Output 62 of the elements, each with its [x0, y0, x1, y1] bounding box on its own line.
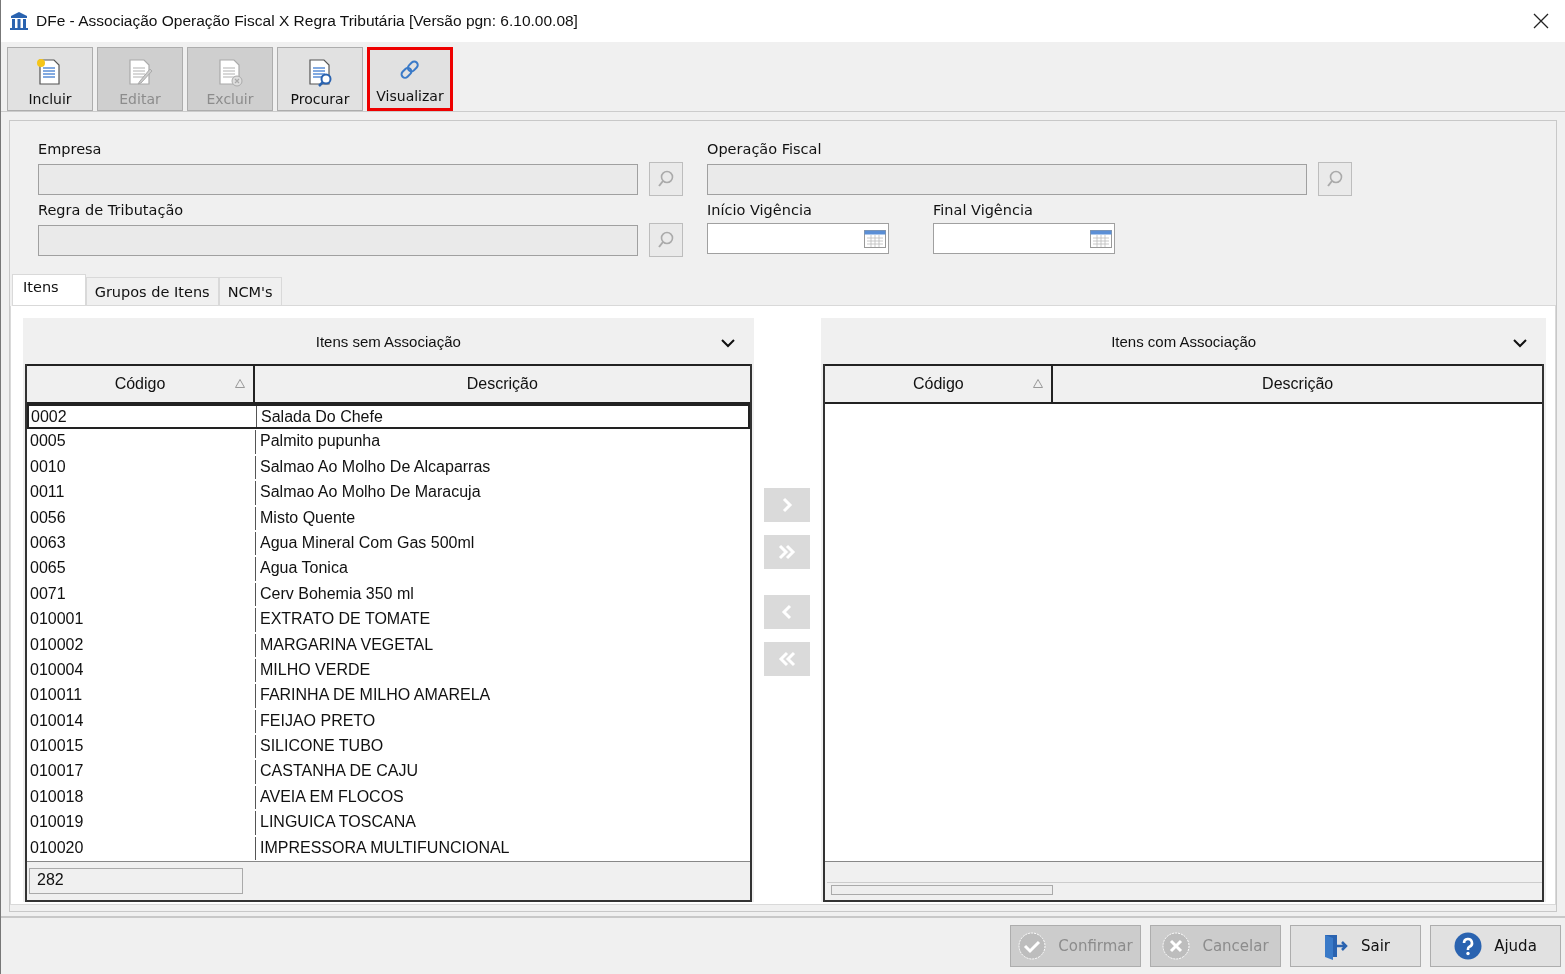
- toolbar-button[interactable]: Visualizar: [367, 47, 453, 111]
- table-cell-text: FARINHA DE MILHO AMARELA: [259, 685, 491, 706]
- column-header-label: Descrição: [466, 375, 538, 393]
- table-cell: 010020: [28, 836, 256, 861]
- tab[interactable]: NCM's: [218, 277, 282, 305]
- table-cell-text: Agua Tonica: [259, 558, 348, 579]
- column-header[interactable]: Código: [825, 366, 1054, 402]
- column-header-label: Descrição: [1262, 375, 1334, 393]
- field-label: Operação Fiscal: [707, 141, 823, 157]
- column-header[interactable]: Código: [27, 366, 255, 402]
- tab[interactable]: Grupos de Itens: [85, 277, 219, 305]
- help-button[interactable]: Ajuda: [1430, 925, 1561, 967]
- table-cell: 010014: [28, 709, 256, 734]
- toolbar-button[interactable]: Procurar: [277, 47, 363, 111]
- table-cell: 0011: [28, 481, 256, 505]
- field-label: Início Vigência: [707, 202, 813, 218]
- selected-row[interactable]: 0002 Salada Do Chefe: [27, 404, 750, 430]
- table-cell-text: IMPRESSORA MULTIFUNCIONAL: [259, 837, 510, 858]
- field-label: Regra de Tributação: [38, 202, 185, 218]
- table-cell-text: Misto Quente: [259, 507, 356, 528]
- table-cell-text: Salmao Ao Molho De Maracuja: [259, 482, 481, 503]
- footer-button[interactable]: Sair: [1290, 925, 1421, 967]
- toolbar-button[interactable]: Incluir: [7, 47, 93, 111]
- table-cell-text: MILHO VERDE: [259, 659, 371, 680]
- table-cell: 010018: [28, 785, 256, 810]
- table-cell: 0063: [28, 531, 256, 556]
- record-count: 282: [29, 868, 243, 894]
- table-cell-text: EXTRATO DE TOMATE: [259, 609, 431, 630]
- column-header-label: Código: [114, 375, 166, 393]
- window-title: DFe - Associação Operação Fiscal X Regra Tributária [Versão pgn: 6.10.00.08]: [36, 12, 578, 30]
- table-cell-text: CASTANHA DE CAJU: [259, 761, 418, 782]
- table-cell-text: AVEIA EM FLOCOS: [259, 786, 404, 807]
- column-header[interactable]: Descrição: [255, 366, 750, 402]
- table-cell: 010011: [28, 684, 256, 708]
- tab[interactable]: Itens: [12, 274, 86, 305]
- table-cell: 0002: [29, 406, 257, 428]
- table-cell: 010015: [28, 735, 256, 759]
- table-cell: 010001: [28, 608, 256, 632]
- table-cell: 010004: [28, 658, 256, 683]
- table-cell: 010002: [28, 633, 256, 657]
- table-cell-text: Salada Do Chefe: [260, 407, 383, 427]
- table-cell-text: SILICONE TUBO: [259, 736, 384, 757]
- table-cell: 0005: [28, 430, 256, 454]
- panel-title: Itens com Associação: [1111, 332, 1257, 350]
- table-cell-text: MARGARINA VEGETAL: [259, 634, 434, 655]
- table-cell: 010017: [28, 760, 256, 784]
- table-cell: 0056: [28, 506, 256, 530]
- table-cell-text: Salmao Ao Molho De Alcaparras: [259, 456, 491, 477]
- table-cell-text: Cerv Bohemia 350 ml: [259, 583, 414, 604]
- table-cell: 010019: [28, 811, 256, 835]
- column-header-label: Código: [913, 375, 964, 393]
- field-label: Final Vigência: [933, 202, 1034, 218]
- table-cell-text: Palmito pupunha: [259, 431, 381, 452]
- column-header[interactable]: Descrição: [1053, 366, 1542, 402]
- panel-title: Itens sem Associação: [315, 332, 461, 350]
- table-cell-text: FEIJAO PRETO: [259, 710, 376, 731]
- field-label: Empresa: [38, 141, 103, 157]
- table-cell: 0065: [28, 557, 256, 581]
- table-cell: 0071: [28, 582, 256, 607]
- table-cell: 0010: [28, 455, 256, 480]
- table-cell-text: Agua Mineral Com Gas 500ml: [259, 532, 475, 553]
- table-cell-text: LINGUICA TOSCANA: [259, 812, 416, 833]
